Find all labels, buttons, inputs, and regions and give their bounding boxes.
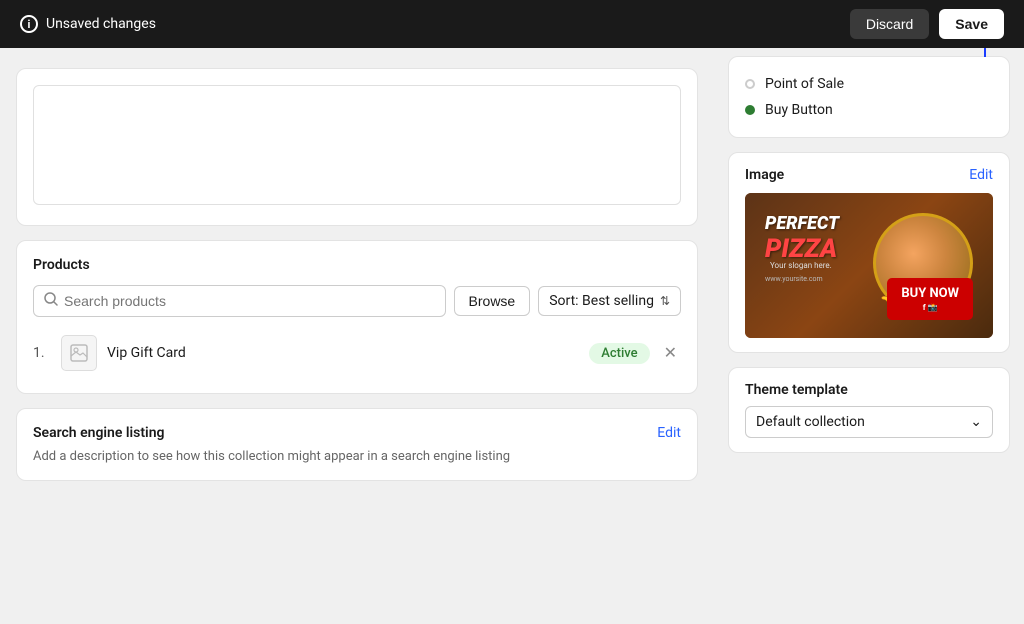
product-name: Vip Gift Card [107, 345, 579, 361]
channel-dot-pos [745, 79, 755, 89]
browse-button[interactable]: Browse [454, 286, 531, 316]
buy-now-text: BUY NOW [901, 286, 959, 301]
image-card-header: Image Edit [745, 167, 993, 183]
url-text: www.yoursite.com [765, 275, 823, 283]
description-textarea[interactable] [33, 85, 681, 205]
chevron-icon: ⇅ [660, 294, 670, 308]
left-column: Products Browse Sort: Best selling ⇅ [0, 48, 714, 576]
theme-chevron-icon: ⌄ [970, 414, 982, 430]
seo-card: Search engine listing Edit Add a descrip… [16, 408, 698, 481]
products-search-row: Browse Sort: Best selling ⇅ [33, 285, 681, 317]
sort-select[interactable]: Sort: Best selling ⇅ [538, 286, 681, 316]
channel-label-buy: Buy Button [765, 102, 833, 118]
product-remove-button[interactable]: ✕ [660, 341, 681, 365]
description-card [16, 68, 698, 226]
save-button[interactable]: Save [939, 9, 1004, 39]
banner-text: PERFECT PIZZA [765, 211, 839, 264]
slogan-text: Your slogan here. [770, 261, 832, 270]
theme-title: Theme template [745, 382, 993, 398]
arrow-line [984, 48, 986, 57]
channel-dot-buy [745, 105, 755, 115]
channel-item-buy: Buy Button [745, 97, 993, 123]
image-edit-link[interactable]: Edit [969, 167, 993, 183]
product-thumbnail [61, 335, 97, 371]
seo-edit-link[interactable]: Edit [657, 425, 681, 441]
image-preview: PERFECT PIZZA Your slogan here. www.your… [745, 193, 993, 338]
search-input-wrap[interactable] [33, 285, 446, 317]
theme-default-label: Default collection [756, 414, 865, 430]
right-column: Point of Sale Buy Button Image Edit PERF… [714, 48, 1024, 576]
theme-select[interactable]: Default collection ⌄ [745, 406, 993, 438]
buy-now-button: BUY NOW f 📸 [887, 278, 973, 320]
channel-item-pos: Point of Sale [745, 71, 993, 97]
channel-label-pos: Point of Sale [765, 76, 844, 92]
pizza-banner: PERFECT PIZZA Your slogan here. www.your… [745, 193, 993, 338]
search-input[interactable] [64, 293, 435, 309]
unsaved-changes-notice: i Unsaved changes [20, 15, 156, 33]
top-bar: i Unsaved changes Discard Save [0, 0, 1024, 48]
seo-description: Add a description to see how this collec… [33, 449, 681, 464]
perfect-text: PERFECT [765, 213, 839, 234]
seo-title: Search engine listing [33, 425, 164, 441]
products-title: Products [33, 257, 681, 273]
sort-label: Sort: Best selling [549, 293, 654, 309]
pizza-text: PIZZA [765, 235, 839, 264]
product-row: 1. Vip Gift Card Active ✕ [33, 329, 681, 377]
info-icon: i [20, 15, 38, 33]
theme-card: Theme template Default collection ⌄ [728, 367, 1010, 453]
image-card: Image Edit PERFECT PIZZA Your slogan her… [728, 152, 1010, 353]
search-icon [44, 292, 58, 310]
active-badge: Active [589, 343, 649, 364]
product-num: 1. [33, 345, 51, 361]
discard-button[interactable]: Discard [850, 9, 929, 39]
arrow-indicator [979, 48, 991, 57]
image-section-title: Image [745, 167, 784, 183]
top-bar-actions: Discard Save [850, 9, 1004, 39]
seo-header: Search engine listing Edit [33, 425, 681, 441]
main-layout: Products Browse Sort: Best selling ⇅ [0, 48, 1024, 576]
products-card: Products Browse Sort: Best selling ⇅ [16, 240, 698, 394]
unsaved-changes-label: Unsaved changes [46, 16, 156, 32]
buy-now-icons: f 📸 [901, 303, 959, 312]
channels-card: Point of Sale Buy Button [728, 56, 1010, 138]
